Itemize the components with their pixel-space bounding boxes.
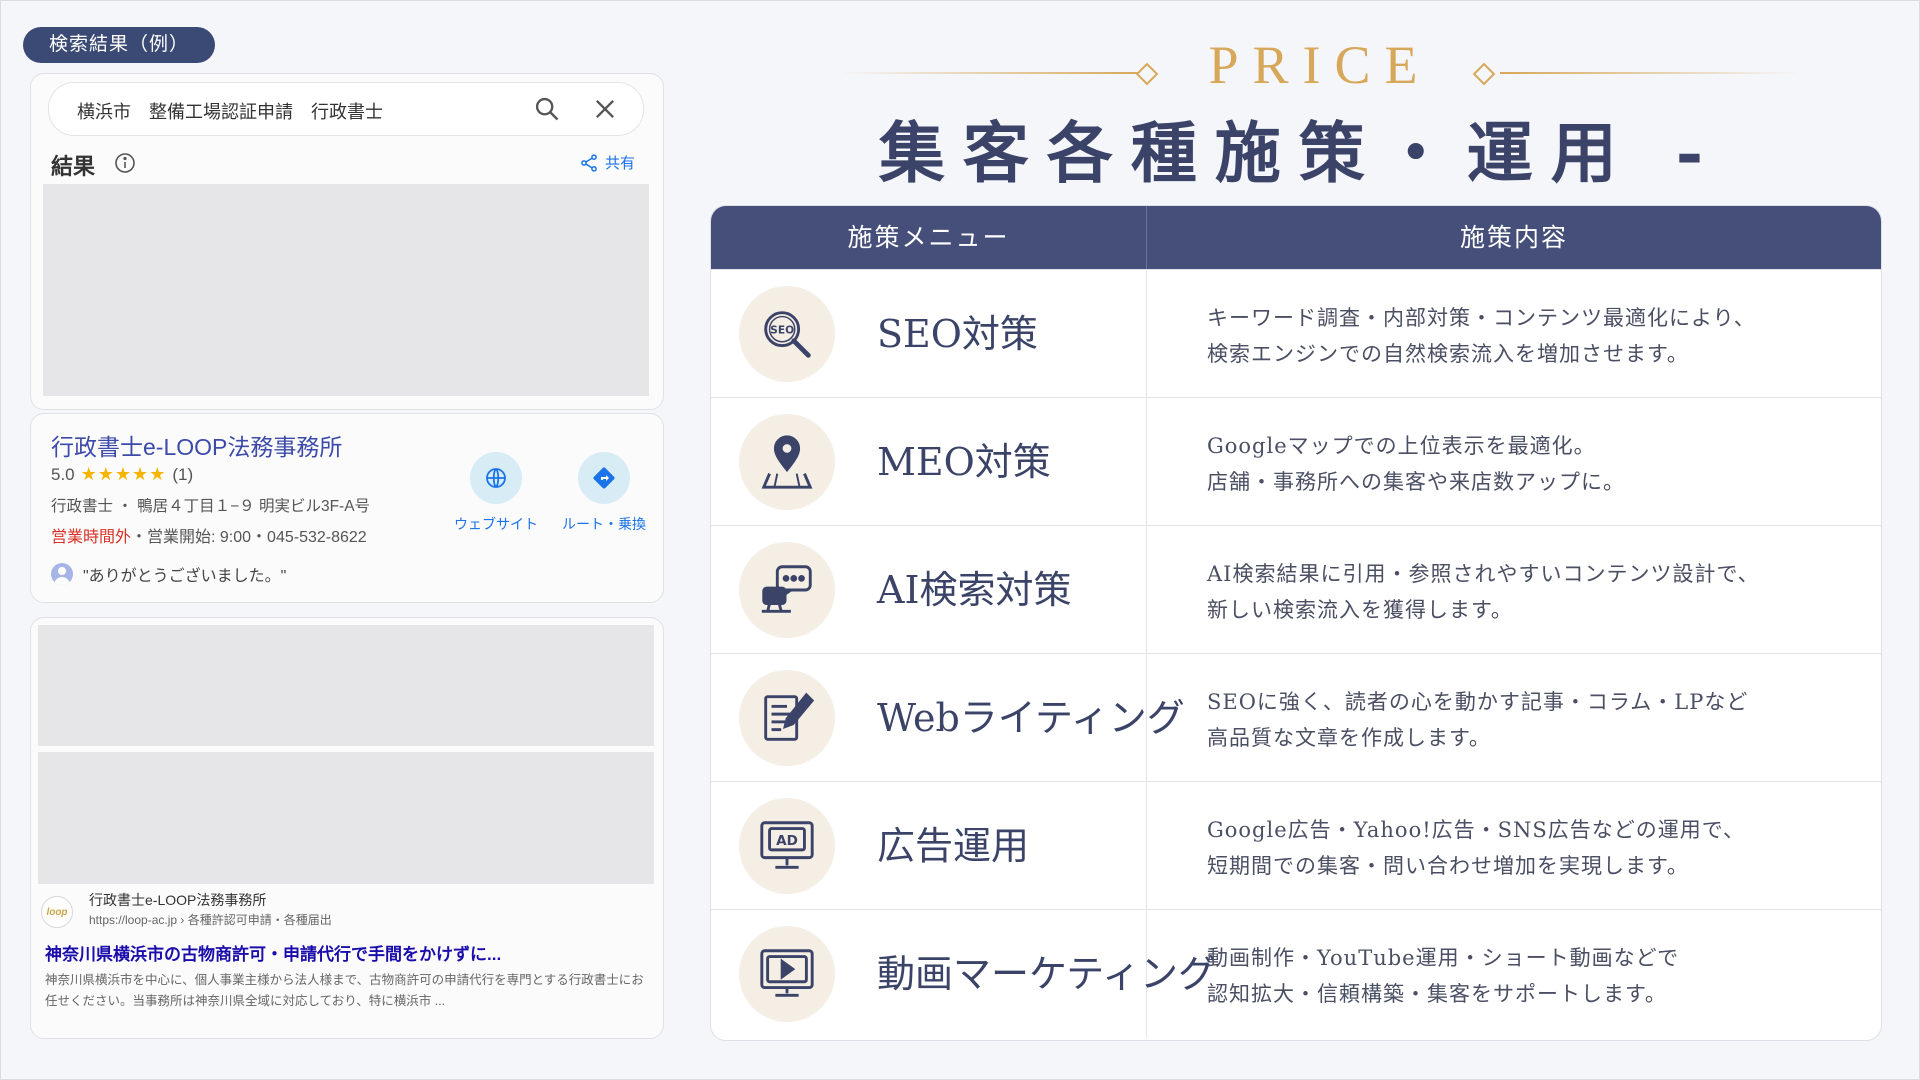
results-heading: 結果 <box>51 154 96 179</box>
info-icon[interactable] <box>113 151 137 175</box>
star-rating: ★★★★★ <box>80 464 167 484</box>
table-row-ai: AI検索対策 AI検索結果に引用・参照されやすいコンテンツ設計で、 新しい検索流… <box>711 525 1881 654</box>
table-row-video: 動画マーケティング 動画制作・YouTube運用・ショート動画などで 認知拡大・… <box>711 909 1881 1038</box>
result-description: 神奈川県横浜市を中心に、個人事業主様から法人様まで、古物商許可の申請代行を専門と… <box>45 973 644 1008</box>
menu-description: キーワード調査・内部対策・コンテンツ最適化により、 検索エンジンでの自然検索流入… <box>1207 306 1756 366</box>
video-play-icon <box>739 926 835 1022</box>
organic-result-panel: loop 行政書士e-LOOP法務事務所 https://loop-ac.jp … <box>30 617 664 1039</box>
column-header-content: 施策内容 <box>1459 223 1568 252</box>
menu-description: Google広告・Yahoo!広告・SNS広告などの運用で、 短期間での集客・問… <box>1207 818 1745 878</box>
review-text: "ありがとうございました。" <box>83 568 287 585</box>
table-row-ads: AD 広告運用 Google広告・Yahoo!広告・SNS広告などの運用で、 短… <box>711 781 1881 910</box>
image-placeholder <box>38 625 654 746</box>
result-title-link[interactable]: 神奈川県横浜市の古物商許可・申請代行で手間をかけずに... <box>45 940 501 965</box>
menu-description: Googleマップでの上位表示を最適化。 店舗・事務所への集客や来店数アップに。 <box>1207 434 1625 494</box>
site-url[interactable]: https://loop-ac.jp › 各種許認可申請・各種届出 <box>89 911 332 928</box>
search-panel: 横浜市 整備工場認証申請 行政書士 結果 共有 <box>30 73 664 410</box>
menu-name: AI検索対策 <box>877 568 1072 612</box>
menu-name: SEO対策 <box>877 312 1038 356</box>
business-address: 行政書士 ・ 鴨居４丁目１−９ 明実ビル3F-A号 <box>51 498 371 515</box>
menu-name: MEO対策 <box>877 440 1051 484</box>
business-hours: 営業時間外・営業開始: 9:00・045-532-8622 <box>51 523 367 547</box>
column-header-menu: 施策メニュー <box>847 223 1010 252</box>
example-tag: 検索結果（例） <box>23 27 216 63</box>
ad-monitor-icon: AD <box>739 798 835 894</box>
menu-description: 動画制作・YouTube運用・ショート動画などで 認知拡大・信頼構築・集客をサポ… <box>1207 946 1680 1006</box>
svg-text:AD: AD <box>776 833 798 849</box>
website-label: ウェブサイト <box>454 516 538 532</box>
hours-detail: ・営業開始: 9:00・045-532-8622 <box>131 529 367 546</box>
decorative-line <box>840 72 1140 74</box>
menu-description: AI検索結果に引用・参照されやすいコンテンツ設計で、 新しい検索流入を獲得します… <box>1207 562 1760 622</box>
ai-chat-icon <box>739 542 835 638</box>
review-snippet: "ありがとうございました。" <box>51 562 286 586</box>
rating-value: 5.0 <box>51 464 75 484</box>
image-placeholder <box>38 752 654 884</box>
route-label: ルート・乗換 <box>562 516 646 532</box>
review-count: (1) <box>172 464 194 484</box>
rating-row: 5.0 ★★★★★ (1) <box>51 464 193 485</box>
share-icon <box>581 153 597 172</box>
search-icon[interactable] <box>533 95 561 123</box>
decorative-line <box>1500 72 1800 74</box>
search-bar[interactable]: 横浜市 整備工場認証申請 行政書士 <box>48 82 644 136</box>
globe-icon <box>470 452 522 504</box>
route-button[interactable]: ルート・乗換 <box>559 452 649 534</box>
business-name-link[interactable]: 行政書士e-LOOP法務事務所 <box>51 428 342 462</box>
search-input[interactable]: 横浜市 整備工場認証申請 行政書士 <box>77 98 383 124</box>
table-header: 施策メニュー 施策内容 <box>711 206 1881 269</box>
price-heading: PRICE <box>1208 35 1432 95</box>
site-favicon-icon: loop <box>41 896 73 928</box>
table-row-seo: SEO SEO対策 キーワード調査・内部対策・コンテンツ最適化により、 検索エン… <box>711 269 1881 398</box>
map-pin-icon <box>739 414 835 510</box>
menu-description: SEOに強く、読者の心を動かす記事・コラム・LPなど 高品質な文章を作成します。 <box>1207 690 1749 750</box>
directions-icon <box>578 452 630 504</box>
close-icon[interactable] <box>591 95 619 123</box>
table-row-writing: Webライティング SEOに強く、読者の心を動かす記事・コラム・LPなど 高品質… <box>711 653 1881 782</box>
seo-magnifier-icon: SEO <box>739 286 835 382</box>
website-button[interactable]: ウェブサイト <box>451 452 541 534</box>
svg-text:SEO: SEO <box>770 324 794 337</box>
share-button[interactable]: 共有 <box>579 152 635 173</box>
site-name: 行政書士e-LOOP法務事務所 <box>89 892 267 908</box>
avatar <box>51 563 73 585</box>
menu-name: 動画マーケティング <box>877 952 1216 996</box>
menu-name: 広告運用 <box>877 824 1030 868</box>
table-row-meo: MEO対策 Googleマップでの上位表示を最適化。 店舗・事務所への集客や来店… <box>711 397 1881 526</box>
business-card: 行政書士e-LOOP法務事務所 5.0 ★★★★★ (1) 行政書士 ・ 鴨居４… <box>30 413 664 603</box>
price-table: 施策メニュー 施策内容 SEO SEO対策 キーワード調査・内部対策・コンテンツ… <box>710 205 1882 1041</box>
share-label: 共有 <box>605 155 636 172</box>
map-placeholder <box>43 184 649 396</box>
writing-pen-icon <box>739 670 835 766</box>
hours-status: 営業時間外 <box>51 529 132 546</box>
menu-name: Webライティング <box>877 696 1185 740</box>
